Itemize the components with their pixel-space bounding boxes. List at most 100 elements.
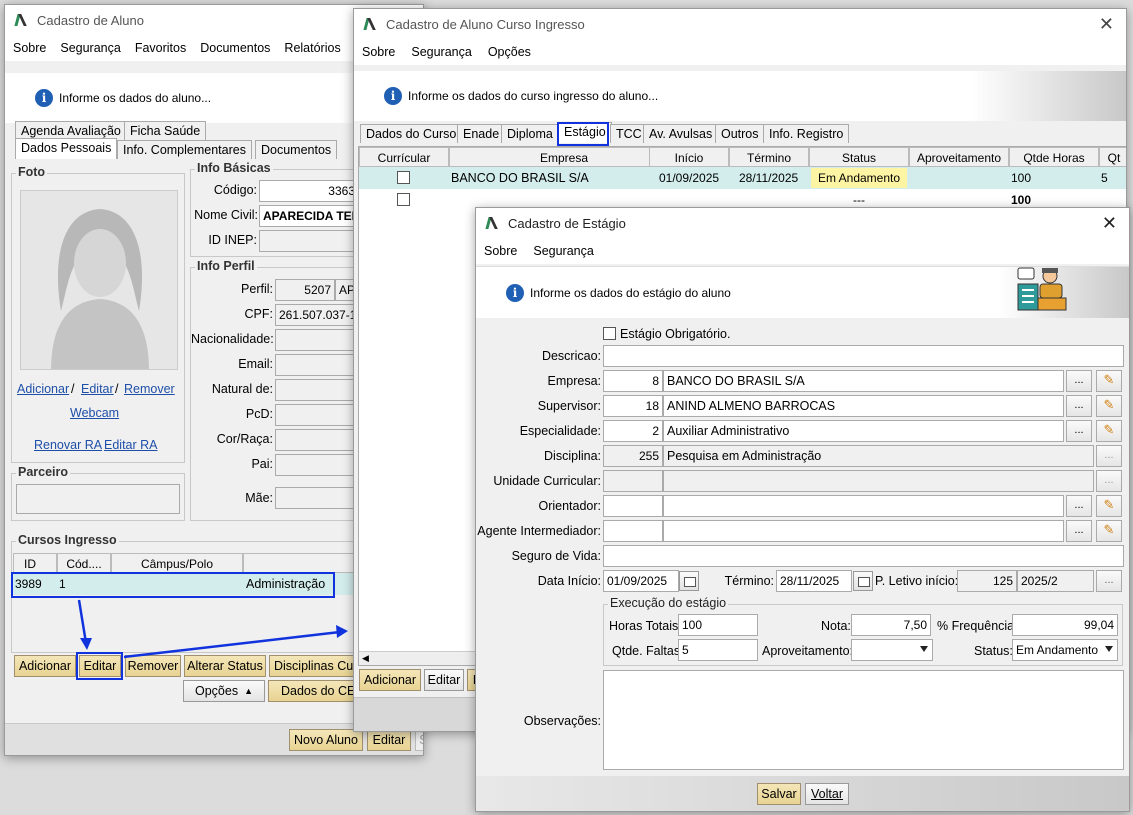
orientador-edit-icon[interactable]: ✎ [1096,495,1122,517]
observacoes-textarea[interactable] [603,670,1124,770]
menu-sobre[interactable]: Sobre [362,45,395,59]
supervisor-edit-icon[interactable]: ✎ [1096,395,1122,417]
menu-sobre[interactable]: Sobre [484,244,517,258]
close-icon[interactable]: ✕ [1099,14,1114,35]
renovar-ra-link[interactable]: Renovar RA [34,438,102,452]
pletivo-id-input[interactable]: 125 [957,570,1017,592]
scroll-left-icon[interactable]: ◀ [362,653,369,664]
menu-relatorios[interactable]: Relatórios [284,41,340,55]
col-curricular[interactable]: Currícular [359,147,449,167]
disciplina-lookup-button[interactable]: ... [1096,445,1122,467]
qtde-faltas-input[interactable]: 5 [678,639,758,661]
frequencia-input[interactable]: 99,04 [1012,614,1118,636]
status-select[interactable]: Em Andamento [1012,639,1118,661]
aproveitamento-select[interactable] [851,639,933,661]
orientador-name-input[interactable] [663,495,1064,517]
orientador-lookup-button[interactable]: ... [1066,495,1092,517]
close-icon[interactable]: ✕ [1102,213,1117,234]
tab-documentos[interactable]: Documentos [255,140,338,159]
unidade-name-input[interactable] [663,470,1094,492]
estagio-adicionar-button[interactable]: Adicionar [359,669,421,691]
termino-input[interactable]: 28/11/2025 [776,570,852,592]
pletivo-name-input[interactable]: 2025/2 [1017,570,1094,592]
data-inicio-input[interactable]: 01/09/2025 [603,570,679,592]
supervisor-lookup-button[interactable]: ... [1066,395,1092,417]
descricao-input[interactable] [603,345,1124,367]
empresa-name-input[interactable]: BANCO DO BRASIL S/A [663,370,1064,392]
tab-diploma[interactable]: Diploma [501,124,559,143]
menu-sobre[interactable]: Sobre [13,41,46,55]
col-qtde-horas[interactable]: Qtde Horas [1009,147,1099,167]
alterar-status-button[interactable]: Alterar Status [184,655,266,677]
tab-enade[interactable]: Enade [457,124,506,143]
tab-av-avulsas[interactable]: Av. Avulsas [643,124,719,143]
menu-seguranca[interactable]: Segurança [533,244,593,258]
parceiro-field[interactable] [16,484,180,514]
aluno-salvar-button[interactable]: Salvar [415,729,423,751]
foto-editar-link[interactable]: Editar [81,382,114,396]
table-row[interactable]: BANCO DO BRASIL S/A 01/09/2025 28/11/202… [359,167,1126,189]
agente-id-input[interactable] [603,520,663,542]
opcoes-button[interactable]: Opções ▲ [183,680,265,702]
editar-ra-link[interactable]: Editar RA [104,438,158,452]
tab-info-complementares[interactable]: Info. Complementares [117,140,252,159]
supervisor-id-input[interactable]: 18 [603,395,663,417]
foto-adicionar-link[interactable]: Adicionar [17,382,69,396]
cursos-col-cod[interactable]: Cód.... [57,553,111,573]
salvar-button[interactable]: Salvar [757,783,801,805]
col-empresa[interactable]: Empresa [449,147,679,167]
voltar-button[interactable]: Voltar [805,783,849,805]
menu-favoritos[interactable]: Favoritos [135,41,186,55]
especialidade-name-input[interactable]: Auxiliar Administrativo [663,420,1064,442]
tab-dados-pessoais[interactable]: Dados Pessoais [15,138,118,159]
empresa-lookup-button[interactable]: ... [1066,370,1092,392]
col-inicio[interactable]: Início [649,147,729,167]
horizontal-scrollbar[interactable]: ◀ [359,651,479,665]
termino-calendar-icon[interactable] [853,571,873,591]
col-status[interactable]: Status [809,147,909,167]
col-termino[interactable]: Término [729,147,809,167]
col-qt[interactable]: Qt [1099,147,1126,167]
agente-lookup-button[interactable]: ... [1066,520,1092,542]
tab-ficha-saude[interactable]: Ficha Saúde [124,121,207,140]
agente-name-input[interactable] [663,520,1064,542]
agente-edit-icon[interactable]: ✎ [1096,520,1122,542]
menu-seguranca[interactable]: Segurança [60,41,120,55]
menu-opcoes[interactable]: Opções [488,45,531,59]
orientador-id-input[interactable] [603,495,663,517]
foto-remover-link[interactable]: Remover [124,382,175,396]
empresa-edit-icon[interactable]: ✎ [1096,370,1122,392]
aluno-editar-button[interactable]: Editar [367,729,411,751]
empresa-id-input[interactable]: 8 [603,370,663,392]
tab-info-registro[interactable]: Info. Registro [763,124,850,143]
supervisor-name-input[interactable]: ANIND ALMENO BARROCAS [663,395,1064,417]
horas-totais-input[interactable]: 100 [678,614,758,636]
menu-documentos[interactable]: Documentos [200,41,270,55]
estagio-obrigatorio-checkbox[interactable] [603,327,616,340]
especialidade-edit-icon[interactable]: ✎ [1096,420,1122,442]
cursos-col-campus[interactable]: Câmpus/Polo [111,553,243,573]
estagio-editar-button[interactable]: Editar [424,669,464,691]
seguro-vida-input[interactable] [603,545,1124,567]
disciplina-name-input[interactable]: Pesquisa em Administração [663,445,1094,467]
curricular-checkbox-total[interactable] [397,193,410,206]
cursos-remover-button[interactable]: Remover [125,655,181,677]
especialidade-lookup-button[interactable]: ... [1066,420,1092,442]
tab-dados-curso[interactable]: Dados do Curso [360,124,463,143]
perfil-id-field[interactable]: 5207 [275,279,335,301]
col-aproveitamento[interactable]: Aproveitamento [909,147,1009,167]
tab-outros[interactable]: Outros [715,124,765,143]
menu-seguranca[interactable]: Segurança [411,45,471,59]
codigo-field[interactable]: 3363 [259,180,359,202]
novo-aluno-button[interactable]: Novo Aluno [289,729,363,751]
data-inicio-calendar-icon[interactable] [679,571,699,591]
especialidade-id-input[interactable]: 2 [603,420,663,442]
cursos-col-id[interactable]: ID [13,553,57,573]
pletivo-lookup-button[interactable]: ... [1096,570,1122,592]
unidade-lookup-button[interactable]: ... [1096,470,1122,492]
disciplina-id-input[interactable]: 255 [603,445,663,467]
cursos-adicionar-button[interactable]: Adicionar [14,655,76,677]
unidade-id-input[interactable] [603,470,663,492]
webcam-link[interactable]: Webcam [70,406,119,420]
curricular-checkbox[interactable] [397,171,410,184]
